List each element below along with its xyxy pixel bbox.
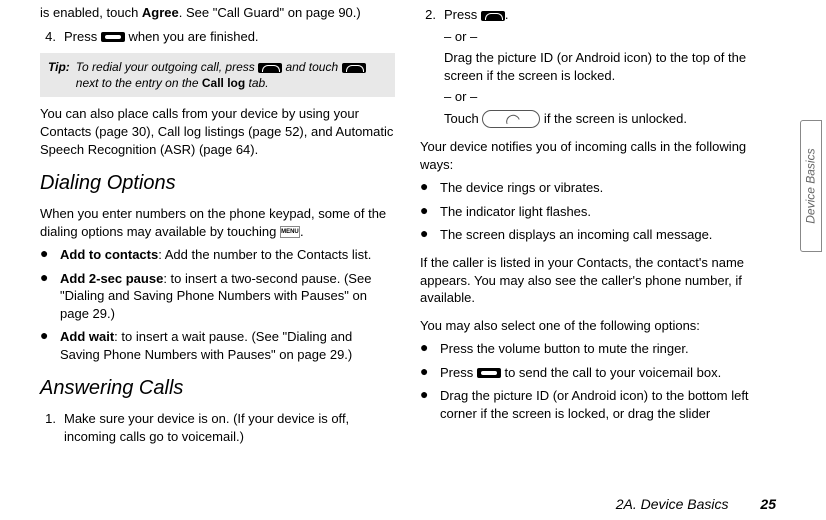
right-column: 2. Press . – or – Drag the picture ID (o… — [420, 0, 775, 452]
bullet-body: Drag the picture ID (or Android icon) to… — [440, 387, 775, 422]
bullet-label: Add wait — [60, 329, 114, 344]
bullet-add-contacts: ● Add to contacts: Add the number to the… — [40, 246, 395, 264]
step-number: 1. — [40, 410, 56, 445]
left-column: is enabled, touch Agree. See "Call Guard… — [40, 0, 395, 452]
bullet-add-wait: ● Add wait: to insert a wait pause. (See… — [40, 328, 395, 363]
step-number: 2. — [420, 6, 436, 132]
send-key-icon — [481, 11, 505, 21]
heading-dialing-options: Dialing Options — [40, 170, 395, 197]
bullet-icon: ● — [420, 340, 432, 358]
bullet-option-1: ● Press the volume button to mute the rin… — [420, 340, 775, 358]
text: When you enter numbers on the phone keyp… — [40, 206, 386, 239]
bullet-option-2: ● Press to send the call to your voicemai… — [420, 364, 775, 382]
step-number: 4. — [40, 28, 56, 46]
footer: 2A. Device Basics 25 — [616, 495, 776, 514]
text: . — [505, 7, 509, 22]
bullet-body: Press to send the call to your voicemail… — [440, 364, 775, 382]
bullet-notify-1: ● The device rings or vibrates. — [420, 179, 775, 197]
or-separator: – or – — [444, 28, 775, 46]
bullet-body: The device rings or vibrates. — [440, 179, 775, 197]
bullet-option-3: ●Drag the picture ID (or Android icon) t… — [420, 387, 775, 422]
bullet-notify-3: ● The screen displays an incoming call me… — [420, 226, 775, 244]
bullet-body: Add wait: to insert a wait pause. (See "… — [60, 328, 395, 363]
step-body: Press when you are finished. — [64, 28, 395, 46]
bullet-label: Add 2-sec pause — [60, 271, 163, 286]
bullet-body: Add to contacts: Add the number to the C… — [60, 246, 395, 264]
bullet-icon: ● — [40, 270, 52, 323]
heading-answering-calls: Answering Calls — [40, 375, 395, 402]
paragraph: Your device notifies you of incoming cal… — [420, 138, 775, 173]
bullet-body: Press the volume button to mute the ring… — [440, 340, 775, 358]
tip-box: Tip: To redial your outgoing call, press… — [40, 53, 395, 97]
bullet-label: Add to contacts — [60, 247, 158, 262]
menu-icon: MENU — [280, 226, 300, 238]
alternative-2: Touch if the screen is unlocked. — [444, 110, 775, 129]
text: is enabled, touch — [40, 5, 142, 20]
bullet-body: Add 2-sec pause: to insert a two-second … — [60, 270, 395, 323]
text: . — [300, 224, 304, 239]
bullet-icon: ● — [420, 226, 432, 244]
text: Touch — [444, 111, 482, 126]
end-call-icon — [477, 368, 501, 378]
text: when you are finished. — [125, 29, 259, 44]
alternative-1: Drag the picture ID (or Android icon) to… — [444, 49, 775, 84]
side-tab-label: Device Basics — [803, 148, 819, 223]
step-4: 4. Press when you are finished. — [40, 28, 395, 46]
intro-fragment: is enabled, touch Agree. See "Call Guard… — [40, 4, 395, 22]
text: To redial your outgoing call, press — [76, 60, 258, 74]
agree-label: Agree — [142, 5, 179, 20]
bullet-body: The screen displays an incoming call mes… — [440, 226, 775, 244]
paragraph: If the caller is listed in your Contacts… — [420, 254, 775, 307]
bullet-icon: ● — [420, 387, 432, 422]
page-number: 25 — [760, 496, 776, 512]
end-call-icon — [101, 32, 125, 42]
bullet-icon: ● — [420, 179, 432, 197]
paragraph: You can also place calls from your devic… — [40, 105, 395, 158]
step-2: 2. Press . – or – Drag the picture ID (o… — [420, 6, 775, 132]
footer-section: 2A. Device Basics — [616, 496, 729, 512]
bullet-notify-2: ● The indicator light flashes. — [420, 203, 775, 221]
bullet-body: The indicator light flashes. — [440, 203, 775, 221]
step-body: Press . – or – Drag the picture ID (or A… — [444, 6, 775, 132]
step-body: Make sure your device is on. (If your de… — [64, 410, 395, 445]
text: if the screen is unlocked. — [540, 111, 687, 126]
text: and touch — [282, 60, 341, 74]
text: Press — [444, 7, 481, 22]
bullet-icon: ● — [40, 328, 52, 363]
tip-body: To redial your outgoing call, press and … — [76, 59, 387, 91]
tip-label: Tip: — [48, 59, 70, 91]
paragraph: You may also select one of the following… — [420, 317, 775, 335]
step-1: 1. Make sure your device is on. (If your… — [40, 410, 395, 445]
text: . See "Call Guard" on page 90.) — [179, 5, 361, 20]
text: to send the call to your voicemail box. — [501, 365, 721, 380]
line: Press . — [444, 6, 775, 24]
paragraph: When you enter numbers on the phone keyp… — [40, 205, 395, 240]
text: Press — [440, 365, 477, 380]
text: Press — [64, 29, 101, 44]
text: : Add the number to the Contacts list. — [158, 247, 371, 262]
answer-call-icon — [482, 110, 540, 128]
send-key-icon — [258, 63, 282, 73]
call-log-label: Call log — [202, 76, 245, 90]
or-separator: – or – — [444, 88, 775, 106]
bullet-icon: ● — [40, 246, 52, 264]
text: tab. — [245, 76, 268, 90]
side-tab: Device Basics — [800, 120, 822, 252]
call-icon — [342, 63, 366, 73]
bullet-icon: ● — [420, 364, 432, 382]
bullet-icon: ● — [420, 203, 432, 221]
bullet-add-pause: ● Add 2-sec pause: to insert a two-secon… — [40, 270, 395, 323]
text: next to the entry on the — [76, 76, 202, 90]
